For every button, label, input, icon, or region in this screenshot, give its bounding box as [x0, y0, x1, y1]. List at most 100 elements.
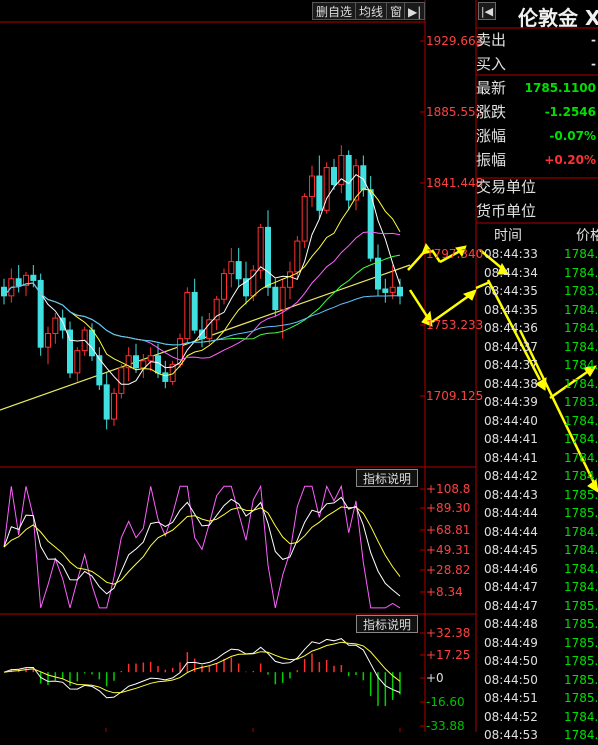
- tick-price: 1783.9: [564, 284, 598, 298]
- tick-price: 1784.8: [564, 450, 598, 465]
- tick-time: 08:44:39: [484, 395, 538, 409]
- quote-value: 1785.1100: [524, 81, 596, 95]
- ma-line: [3, 174, 401, 385]
- quote-label: 振幅: [476, 151, 507, 169]
- window-button[interactable]: 窗: [386, 2, 407, 20]
- tick-row: 08:44:36 1784.5: [476, 319, 598, 338]
- tick-price: 1784.9: [564, 265, 598, 280]
- ma-line: [3, 188, 401, 377]
- tick-row: 08:44:47 1784.4: [476, 578, 598, 597]
- tick-time: 08:44:50: [484, 672, 538, 687]
- tick-time: 08:44:40: [484, 413, 538, 428]
- candle-body: [389, 286, 396, 293]
- ind1-label-3: +68.81: [426, 523, 471, 537]
- candle-body: [382, 288, 389, 293]
- tick-price: 1784.6: [564, 561, 598, 576]
- tick-price: 1784.7: [564, 709, 598, 724]
- candle-body: [316, 175, 323, 211]
- tick-time: 08:44:49: [484, 635, 538, 650]
- tick-time: 08:44:33: [484, 247, 538, 261]
- delete-watchlist-button[interactable]: 删自选: [312, 2, 357, 20]
- candle-body: [52, 317, 59, 335]
- tick-row: 08:44:44 1785.0: [476, 504, 598, 523]
- tick-price: 1784.0: [564, 302, 598, 317]
- candle-body: [184, 291, 191, 340]
- tick-row: 08:44:38 1784.4: [476, 375, 598, 394]
- indicator-1-line: [3, 506, 401, 585]
- candle-body: [147, 355, 154, 362]
- candle-body: [45, 333, 51, 348]
- tick-row: 08:44:40 1784.9: [476, 412, 598, 431]
- price-label-5: 1753.233: [426, 318, 484, 332]
- candle-body: [345, 155, 352, 201]
- currency-unit-label: 货币单位: [476, 202, 537, 220]
- tick-price: 1785.0: [564, 598, 598, 613]
- candle-body: [1, 286, 7, 297]
- tick-price: 1784.8: [564, 524, 598, 539]
- tick-time: 08:44:35: [484, 284, 538, 298]
- tick-time: 08:44:34: [484, 265, 538, 280]
- collapse-panel-icon[interactable]: |◀: [478, 2, 496, 20]
- tick-time: 08:44:44: [484, 506, 538, 520]
- price-label-6: 1709.125: [426, 389, 484, 403]
- price-label-2: 1885.555: [426, 105, 484, 119]
- ind1-label-6: +8.34: [426, 585, 463, 599]
- candle-body: [294, 240, 301, 273]
- candle-body: [162, 372, 169, 382]
- ind1-label-4: +49.31: [426, 543, 471, 557]
- tick-price: 1784.9: [564, 432, 598, 446]
- tick-price: 1785.0: [564, 487, 598, 502]
- ind2-label-4: -16.60: [426, 695, 465, 709]
- tick-time: 08:44:51: [484, 691, 538, 705]
- price-label-1: 1929.663: [426, 34, 484, 48]
- tick-row: 08:44:50 1785.1: [476, 652, 598, 671]
- tick-price: 1784.7: [564, 247, 598, 261]
- indicator-2-info-button[interactable]: 指标说明: [356, 615, 419, 633]
- tick-row: 08:44:49 1785.2: [476, 634, 598, 653]
- tick-time: 08:44:42: [484, 469, 538, 483]
- tick-time: 08:44:41: [484, 432, 538, 446]
- tick-row: 08:44:35 1784.0: [476, 301, 598, 320]
- tick-price: 1784.9: [564, 469, 598, 483]
- side-panel-toggle-icon[interactable]: ▶|: [404, 2, 426, 20]
- tick-price: 1785.2: [564, 635, 598, 650]
- candle-body: [103, 384, 110, 420]
- tick-price: 1784.8: [564, 728, 598, 742]
- tick-row: 08:44:37 1784.7: [476, 356, 598, 375]
- ind2-label-5: -33.88: [426, 719, 465, 733]
- candle-body: [265, 226, 271, 288]
- indicator-1-info-button[interactable]: 指标说明: [356, 469, 419, 487]
- quote-row: 振幅 +0.20%: [476, 148, 598, 172]
- tick-price: 1785.1: [564, 654, 598, 668]
- tick-row: 08:44:45 1784.7: [476, 541, 598, 560]
- moving-average-button[interactable]: 均线: [355, 2, 388, 20]
- tick-row: 08:44:41 1784.8: [476, 449, 598, 468]
- tick-row: 08:44:35 1783.9: [476, 282, 598, 301]
- tick-row: 08:44:50 1785.0: [476, 671, 598, 690]
- tick-time: 08:44:48: [484, 617, 538, 631]
- quote-value: -: [591, 33, 596, 47]
- tick-time: 08:44:41: [484, 450, 538, 465]
- tick-row: 08:44:47 1785.0: [476, 597, 598, 616]
- tick-price: 1784.4: [564, 580, 598, 594]
- candle-body: [118, 367, 125, 394]
- quote-label: 买入: [476, 55, 507, 73]
- tick-price: 1785.0: [564, 691, 598, 705]
- candlestick-series: [1, 145, 403, 430]
- tick-row: 08:44:39 1783.9: [476, 393, 598, 412]
- tick-time: 08:44:44: [484, 524, 538, 539]
- currency-unit-row: 货币单位: [476, 199, 598, 223]
- quote-value: -1.2546: [544, 105, 596, 119]
- quote-row: 涨跌 -1.2546: [476, 100, 598, 124]
- quote-row: 最新 1785.1100: [476, 76, 598, 100]
- tick-price: 1785.0: [564, 506, 598, 520]
- tick-header-time: 时间: [494, 228, 522, 244]
- candle-body: [89, 329, 95, 357]
- candle-body: [301, 196, 308, 242]
- tick-price: 1784.4: [564, 376, 598, 391]
- ind1-label-2: +89.30: [426, 501, 471, 515]
- tick-time: 08:44:35: [484, 302, 538, 317]
- quote-value: -: [591, 57, 596, 71]
- candle-body: [96, 355, 103, 386]
- tick-price: 1784.7: [564, 543, 598, 557]
